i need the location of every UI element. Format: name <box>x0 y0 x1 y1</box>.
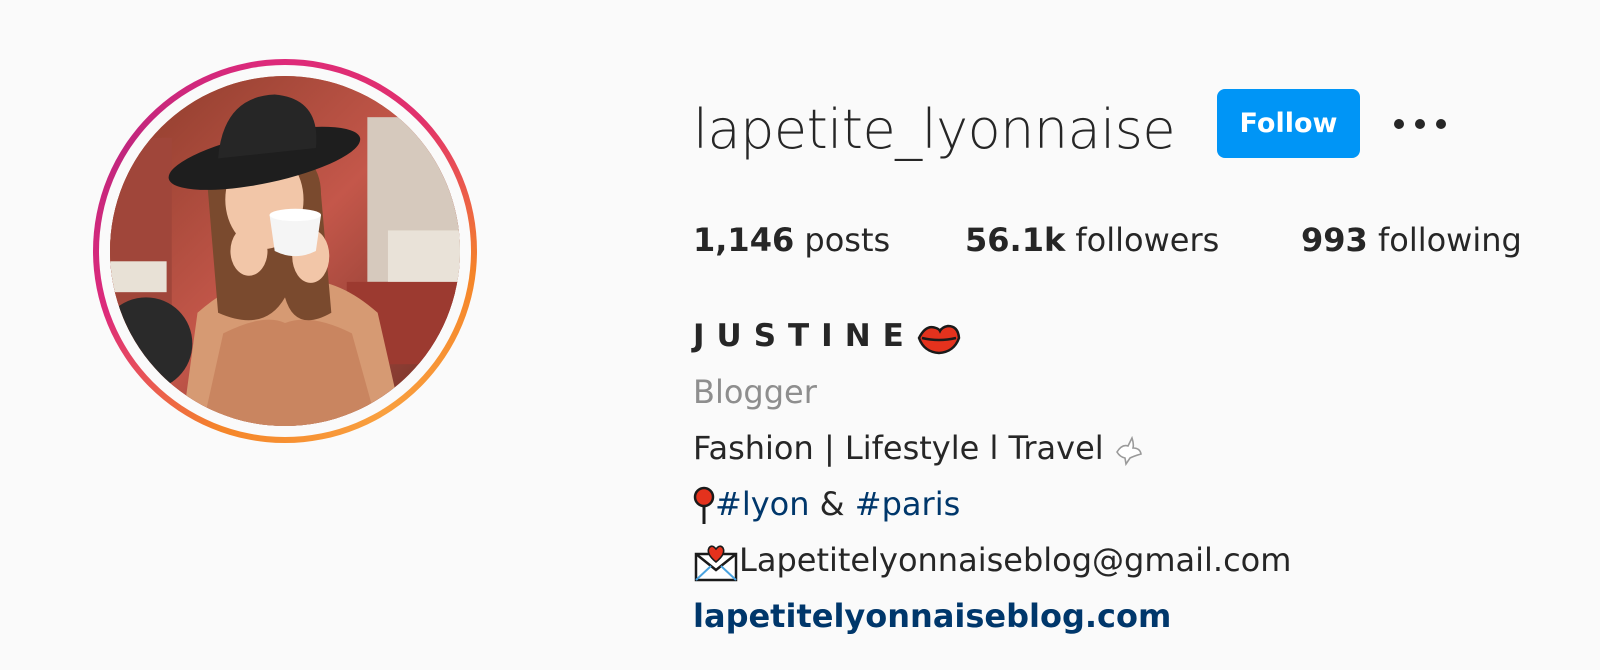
bio-name: JUSTINE <box>693 318 916 354</box>
dove-icon <box>1114 434 1144 466</box>
bio-email-line: Lapetitelyonnaiseblog@gmail.com <box>693 536 1291 584</box>
hashtag-paris[interactable]: #paris <box>855 485 960 523</box>
bio-email[interactable]: Lapetitelyonnaiseblog@gmail.com <box>739 541 1291 579</box>
bio-website-link[interactable]: lapetitelyonnaiseblog.com <box>693 592 1171 640</box>
followers-label: followers <box>1075 221 1220 259</box>
bio-tagline-line: Fashion | Lifestyle l Travel <box>693 424 1144 472</box>
profile-username: lapetite_lyonnaise <box>693 98 1176 161</box>
posts-count: 1,146 <box>693 221 795 259</box>
hashtag-separator: & <box>819 485 845 523</box>
kiss-lips-icon <box>916 318 962 358</box>
pin-icon <box>693 486 715 526</box>
follow-button[interactable]: Follow <box>1217 89 1360 158</box>
bio-hashtags-line: #lyon & #paris <box>693 480 960 528</box>
profile-page: lapetite_lyonnaise Follow 1,146 posts 56… <box>0 0 1600 670</box>
following-stat[interactable]: 993 following <box>1301 218 1522 262</box>
love-letter-icon <box>693 542 739 582</box>
posts-stat: 1,146 posts <box>693 218 890 262</box>
bio-category: Blogger <box>693 373 817 411</box>
hashtag-lyon[interactable]: #lyon <box>715 485 810 523</box>
more-options-icon[interactable] <box>1392 104 1448 144</box>
posts-label: posts <box>804 221 891 259</box>
bio-tagline: Fashion | Lifestyle l Travel <box>693 429 1104 467</box>
followers-stat[interactable]: 56.1k followers <box>965 218 1219 262</box>
bio-name-line: JUSTINE <box>693 312 962 360</box>
profile-avatar[interactable] <box>110 76 460 426</box>
followers-count: 56.1k <box>965 221 1066 259</box>
profile-stats: 1,146 posts 56.1k followers 993 followin… <box>693 218 1553 262</box>
profile-photo <box>110 76 460 426</box>
following-count: 993 <box>1301 221 1368 259</box>
following-label: following <box>1377 221 1522 259</box>
story-ring[interactable] <box>93 59 477 443</box>
